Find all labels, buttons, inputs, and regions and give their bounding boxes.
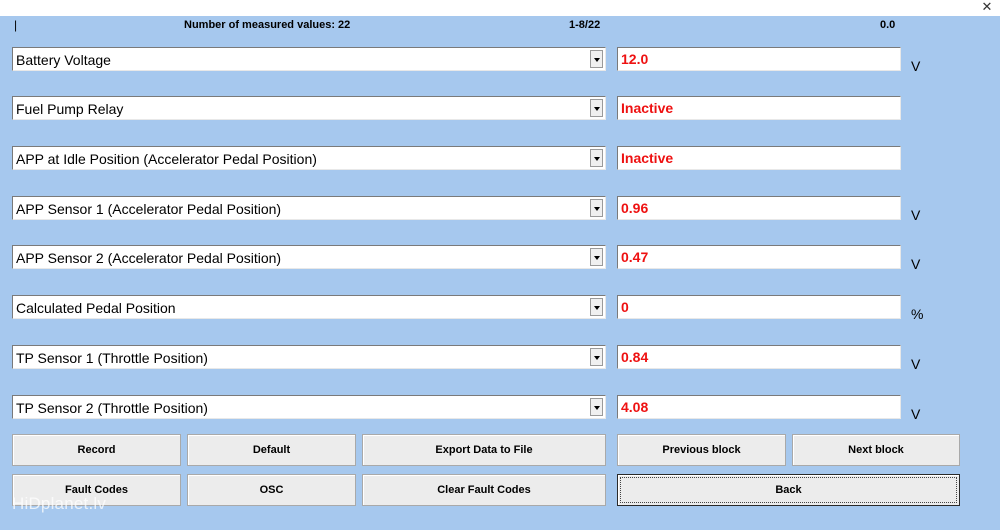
measurement-select-label: TP Sensor 2 (Throttle Position) xyxy=(16,400,208,416)
chevron-down-icon[interactable] xyxy=(590,348,603,366)
export-data-button[interactable]: Export Data to File xyxy=(362,434,606,466)
record-button[interactable]: Record xyxy=(12,434,181,466)
measurement-select[interactable]: TP Sensor 2 (Throttle Position) xyxy=(12,395,606,419)
measurement-select[interactable]: Fuel Pump Relay xyxy=(12,96,606,120)
measurement-select[interactable]: Battery Voltage xyxy=(12,47,606,71)
time-readout: 0.0 xyxy=(880,19,896,31)
measurement-unit: % xyxy=(911,306,924,322)
measurement-select[interactable]: Calculated Pedal Position xyxy=(12,295,606,319)
measurement-value-field: 4.08 xyxy=(617,395,901,419)
chevron-down-icon[interactable] xyxy=(590,199,603,217)
chevron-down-icon[interactable] xyxy=(590,248,603,266)
chevron-down-icon[interactable] xyxy=(590,50,603,68)
measurement-row: Battery Voltage 12.0 V xyxy=(0,47,1000,74)
measurement-select[interactable]: APP Sensor 1 (Accelerator Pedal Position… xyxy=(12,196,606,220)
measurement-value-field: 0.96 xyxy=(617,196,901,220)
measurement-row: APP Sensor 2 (Accelerator Pedal Position… xyxy=(0,245,1000,272)
measurement-value: 0.84 xyxy=(621,349,649,365)
measurement-value: 0.47 xyxy=(621,249,649,265)
measurement-value: 12.0 xyxy=(621,51,649,67)
measurement-select[interactable]: APP Sensor 2 (Accelerator Pedal Position… xyxy=(12,245,606,269)
default-button[interactable]: Default xyxy=(187,434,356,466)
chevron-down-icon[interactable] xyxy=(590,398,603,416)
measurement-select-label: Fuel Pump Relay xyxy=(16,101,124,117)
measurement-unit: V xyxy=(911,356,921,372)
measurement-value-field: Inactive xyxy=(617,96,901,120)
measurement-value: 0.96 xyxy=(621,200,649,216)
measurement-select-label: APP Sensor 1 (Accelerator Pedal Position… xyxy=(16,201,282,217)
measurement-row: APP at Idle Position (Accelerator Pedal … xyxy=(0,146,1000,170)
osc-button[interactable]: OSC xyxy=(187,474,356,506)
measurement-select-label: APP at Idle Position (Accelerator Pedal … xyxy=(16,151,317,167)
measured-values-count: Number of measured values: 22 xyxy=(184,19,351,31)
chevron-down-icon[interactable] xyxy=(590,149,603,167)
header-marker: | xyxy=(14,18,18,32)
measurement-row: TP Sensor 2 (Throttle Position) 4.08 V xyxy=(0,395,1000,422)
measurement-value-field: 0.84 xyxy=(617,345,901,369)
next-block-button[interactable]: Next block xyxy=(792,434,960,466)
back-button[interactable]: Back xyxy=(617,474,960,506)
measurement-value: Inactive xyxy=(621,150,674,166)
measurement-select-label: APP Sensor 2 (Accelerator Pedal Position… xyxy=(16,250,282,266)
measurement-unit: V xyxy=(911,207,921,223)
measurement-value-field: 0 xyxy=(617,295,901,319)
clear-fault-codes-button[interactable]: Clear Fault Codes xyxy=(362,474,606,506)
previous-block-button[interactable]: Previous block xyxy=(617,434,786,466)
measurement-select-label: Battery Voltage xyxy=(16,52,111,68)
measurement-value-field: Inactive xyxy=(617,146,901,170)
measurement-row: TP Sensor 1 (Throttle Position) 0.84 V xyxy=(0,345,1000,372)
measurement-select[interactable]: APP at Idle Position (Accelerator Pedal … xyxy=(12,146,606,170)
measurement-value-field: 12.0 xyxy=(617,47,901,71)
close-icon[interactable]: ✕ xyxy=(980,0,994,16)
measurement-select-label: TP Sensor 1 (Throttle Position) xyxy=(16,350,208,366)
measurement-unit: V xyxy=(911,406,921,422)
measurement-row: Fuel Pump Relay Inactive xyxy=(0,96,1000,120)
measurement-value: 0 xyxy=(621,299,629,315)
measurement-value: 4.08 xyxy=(621,399,649,415)
chevron-down-icon[interactable] xyxy=(590,298,603,316)
title-bar: ✕ xyxy=(0,0,1000,16)
measurement-value-field: 0.47 xyxy=(617,245,901,269)
measurement-select[interactable]: TP Sensor 1 (Throttle Position) xyxy=(12,345,606,369)
measurement-value: Inactive xyxy=(621,100,674,116)
measurement-unit: V xyxy=(911,58,921,74)
measurement-row: Calculated Pedal Position 0 % xyxy=(0,295,1000,322)
fault-codes-button[interactable]: Fault Codes xyxy=(12,474,181,506)
measurement-select-label: Calculated Pedal Position xyxy=(16,300,176,316)
measurement-row: APP Sensor 1 (Accelerator Pedal Position… xyxy=(0,196,1000,223)
chevron-down-icon[interactable] xyxy=(590,99,603,117)
measurement-unit: V xyxy=(911,256,921,272)
block-page-indicator: 1-8/22 xyxy=(569,19,601,31)
